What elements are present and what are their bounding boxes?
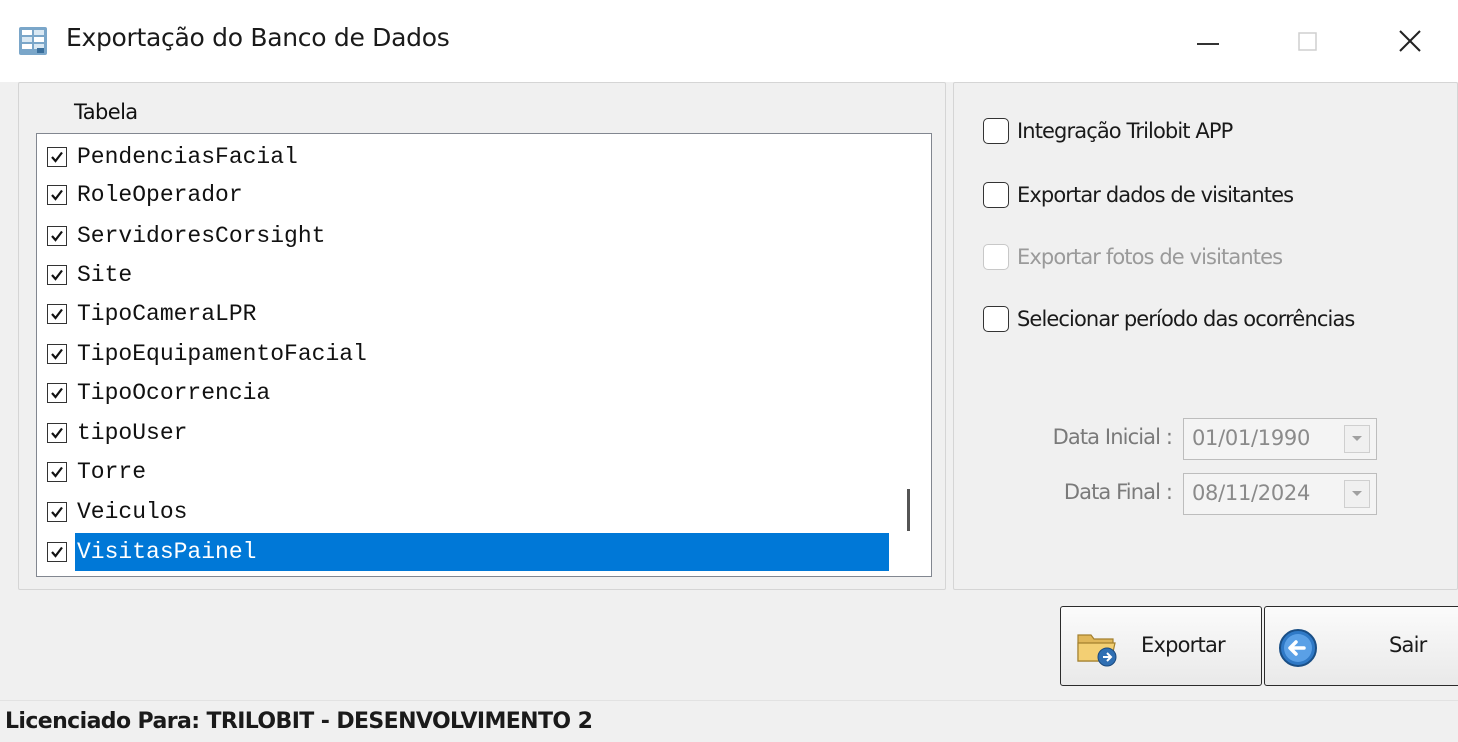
chevron-down-icon	[1352, 436, 1362, 441]
item-label: PendenciasFacial	[77, 144, 298, 170]
exportar-fotos-visitantes-label: Exportar fotos de visitantes	[1017, 245, 1283, 269]
checkmark-icon	[51, 189, 63, 201]
exportar-dados-visitantes-option[interactable]: Exportar dados de visitantes	[983, 178, 1294, 212]
data-final-dropdown-button	[1344, 480, 1370, 508]
exportar-dados-visitantes-label: Exportar dados de visitantes	[1017, 183, 1294, 207]
integracao-trilobit-label: Integração Trilobit APP	[1017, 119, 1233, 143]
data-inicial-label: Data Inicial :	[1052, 425, 1173, 449]
item-checkbox[interactable]	[47, 423, 67, 443]
list-item[interactable]: Torre	[37, 453, 889, 491]
data-inicial-picker: 01/01/1990	[1183, 418, 1377, 460]
item-label: TipoEquipamentoFacial	[77, 341, 367, 367]
checkmark-icon	[51, 387, 63, 399]
title-bar[interactable]: Exportação do Banco de Dados	[0, 0, 1458, 82]
selecionar-periodo-checkbox[interactable]	[983, 306, 1009, 332]
list-item[interactable]: PendenciasFacial	[37, 138, 889, 176]
license-status-text: Licenciado Para: TRILOBIT - DESENVOLVIME…	[5, 709, 593, 734]
checkmark-icon	[51, 151, 63, 163]
item-label: Site	[77, 262, 133, 288]
maximize-icon	[1298, 32, 1317, 51]
exportar-dados-visitantes-checkbox[interactable]	[983, 182, 1009, 208]
item-label: Veiculos	[77, 499, 188, 525]
status-bar: Licenciado Para: TRILOBIT - DESENVOLVIME…	[0, 700, 1458, 742]
list-item[interactable]: TipoEquipamentoFacial	[37, 335, 889, 373]
item-checkbox[interactable]	[47, 542, 67, 562]
list-item[interactable]: Veiculos	[37, 493, 889, 531]
data-inicial-dropdown-button	[1344, 425, 1370, 453]
item-label: TipoOcorrencia	[77, 380, 271, 406]
list-item[interactable]: RoleOperador	[37, 176, 889, 214]
data-final-value: 08/11/2024	[1192, 481, 1311, 505]
list-scrollbar-thumb[interactable]	[907, 489, 910, 531]
item-label: TipoCameraLPR	[77, 301, 257, 327]
chevron-down-icon	[1352, 491, 1362, 496]
minimize-icon	[1197, 43, 1219, 45]
checkmark-icon	[51, 427, 63, 439]
exportar-fotos-visitantes-option: Exportar fotos de visitantes	[983, 240, 1283, 274]
integracao-trilobit-option[interactable]: Integração Trilobit APP	[983, 114, 1233, 148]
exit-circle-arrow-icon	[1279, 629, 1317, 667]
data-final-label: Data Final :	[1063, 480, 1173, 504]
checkmark-icon	[51, 506, 63, 518]
item-checkbox[interactable]	[47, 304, 67, 324]
close-icon	[1399, 30, 1421, 52]
table-checklist[interactable]: PendenciasFacial RoleOperador Servidores…	[36, 133, 932, 577]
checkmark-icon	[51, 348, 63, 360]
item-checkbox[interactable]	[47, 462, 67, 482]
item-checkbox[interactable]	[47, 185, 67, 205]
selecionar-periodo-label: Selecionar período das ocorrências	[1017, 307, 1355, 331]
list-item[interactable]: tipoUser	[37, 414, 889, 452]
checkmark-icon	[51, 308, 63, 320]
item-label: VisitasPainel	[75, 533, 889, 571]
data-inicial-value: 01/01/1990	[1192, 426, 1311, 450]
integracao-trilobit-checkbox[interactable]	[983, 118, 1009, 144]
checkmark-icon	[51, 466, 63, 478]
list-item[interactable]: ServidoresCorsight	[37, 217, 889, 255]
database-export-icon	[19, 27, 47, 55]
minimize-button[interactable]	[1168, 0, 1248, 82]
window-title: Exportação do Banco de Dados	[66, 23, 450, 52]
list-item[interactable]: TipoCameraLPR	[37, 295, 889, 333]
folder-export-icon	[1077, 634, 1117, 667]
exportar-button[interactable]: Exportar	[1060, 606, 1262, 686]
item-checkbox[interactable]	[47, 344, 67, 364]
item-label: Torre	[77, 459, 147, 485]
data-final-picker: 08/11/2024	[1183, 473, 1377, 515]
exportar-fotos-visitantes-checkbox	[983, 244, 1009, 270]
selecionar-periodo-option[interactable]: Selecionar período das ocorrências	[983, 302, 1355, 336]
table-list-header: Tabela	[74, 100, 138, 124]
item-label: RoleOperador	[77, 182, 243, 208]
list-item[interactable]: Site	[37, 256, 889, 294]
list-item[interactable]: TipoOcorrencia	[37, 374, 889, 412]
export-database-window: Exportação do Banco de Dados Tabela Pend…	[0, 0, 1458, 742]
item-checkbox[interactable]	[47, 383, 67, 403]
item-checkbox[interactable]	[47, 226, 67, 246]
item-label: ServidoresCorsight	[77, 223, 326, 249]
maximize-button[interactable]	[1268, 0, 1348, 82]
sair-button[interactable]: Sair	[1264, 606, 1458, 686]
close-button[interactable]	[1370, 0, 1450, 82]
checkmark-icon	[51, 230, 63, 242]
item-checkbox[interactable]	[47, 502, 67, 522]
list-item-selected[interactable]: VisitasPainel	[37, 533, 889, 571]
checkmark-icon	[51, 546, 63, 558]
exportar-button-label: Exportar	[1141, 633, 1226, 657]
checkmark-icon	[51, 269, 63, 281]
item-checkbox[interactable]	[47, 147, 67, 167]
sair-button-label: Sair	[1389, 633, 1427, 657]
item-label: tipoUser	[77, 420, 188, 446]
item-checkbox[interactable]	[47, 265, 67, 285]
